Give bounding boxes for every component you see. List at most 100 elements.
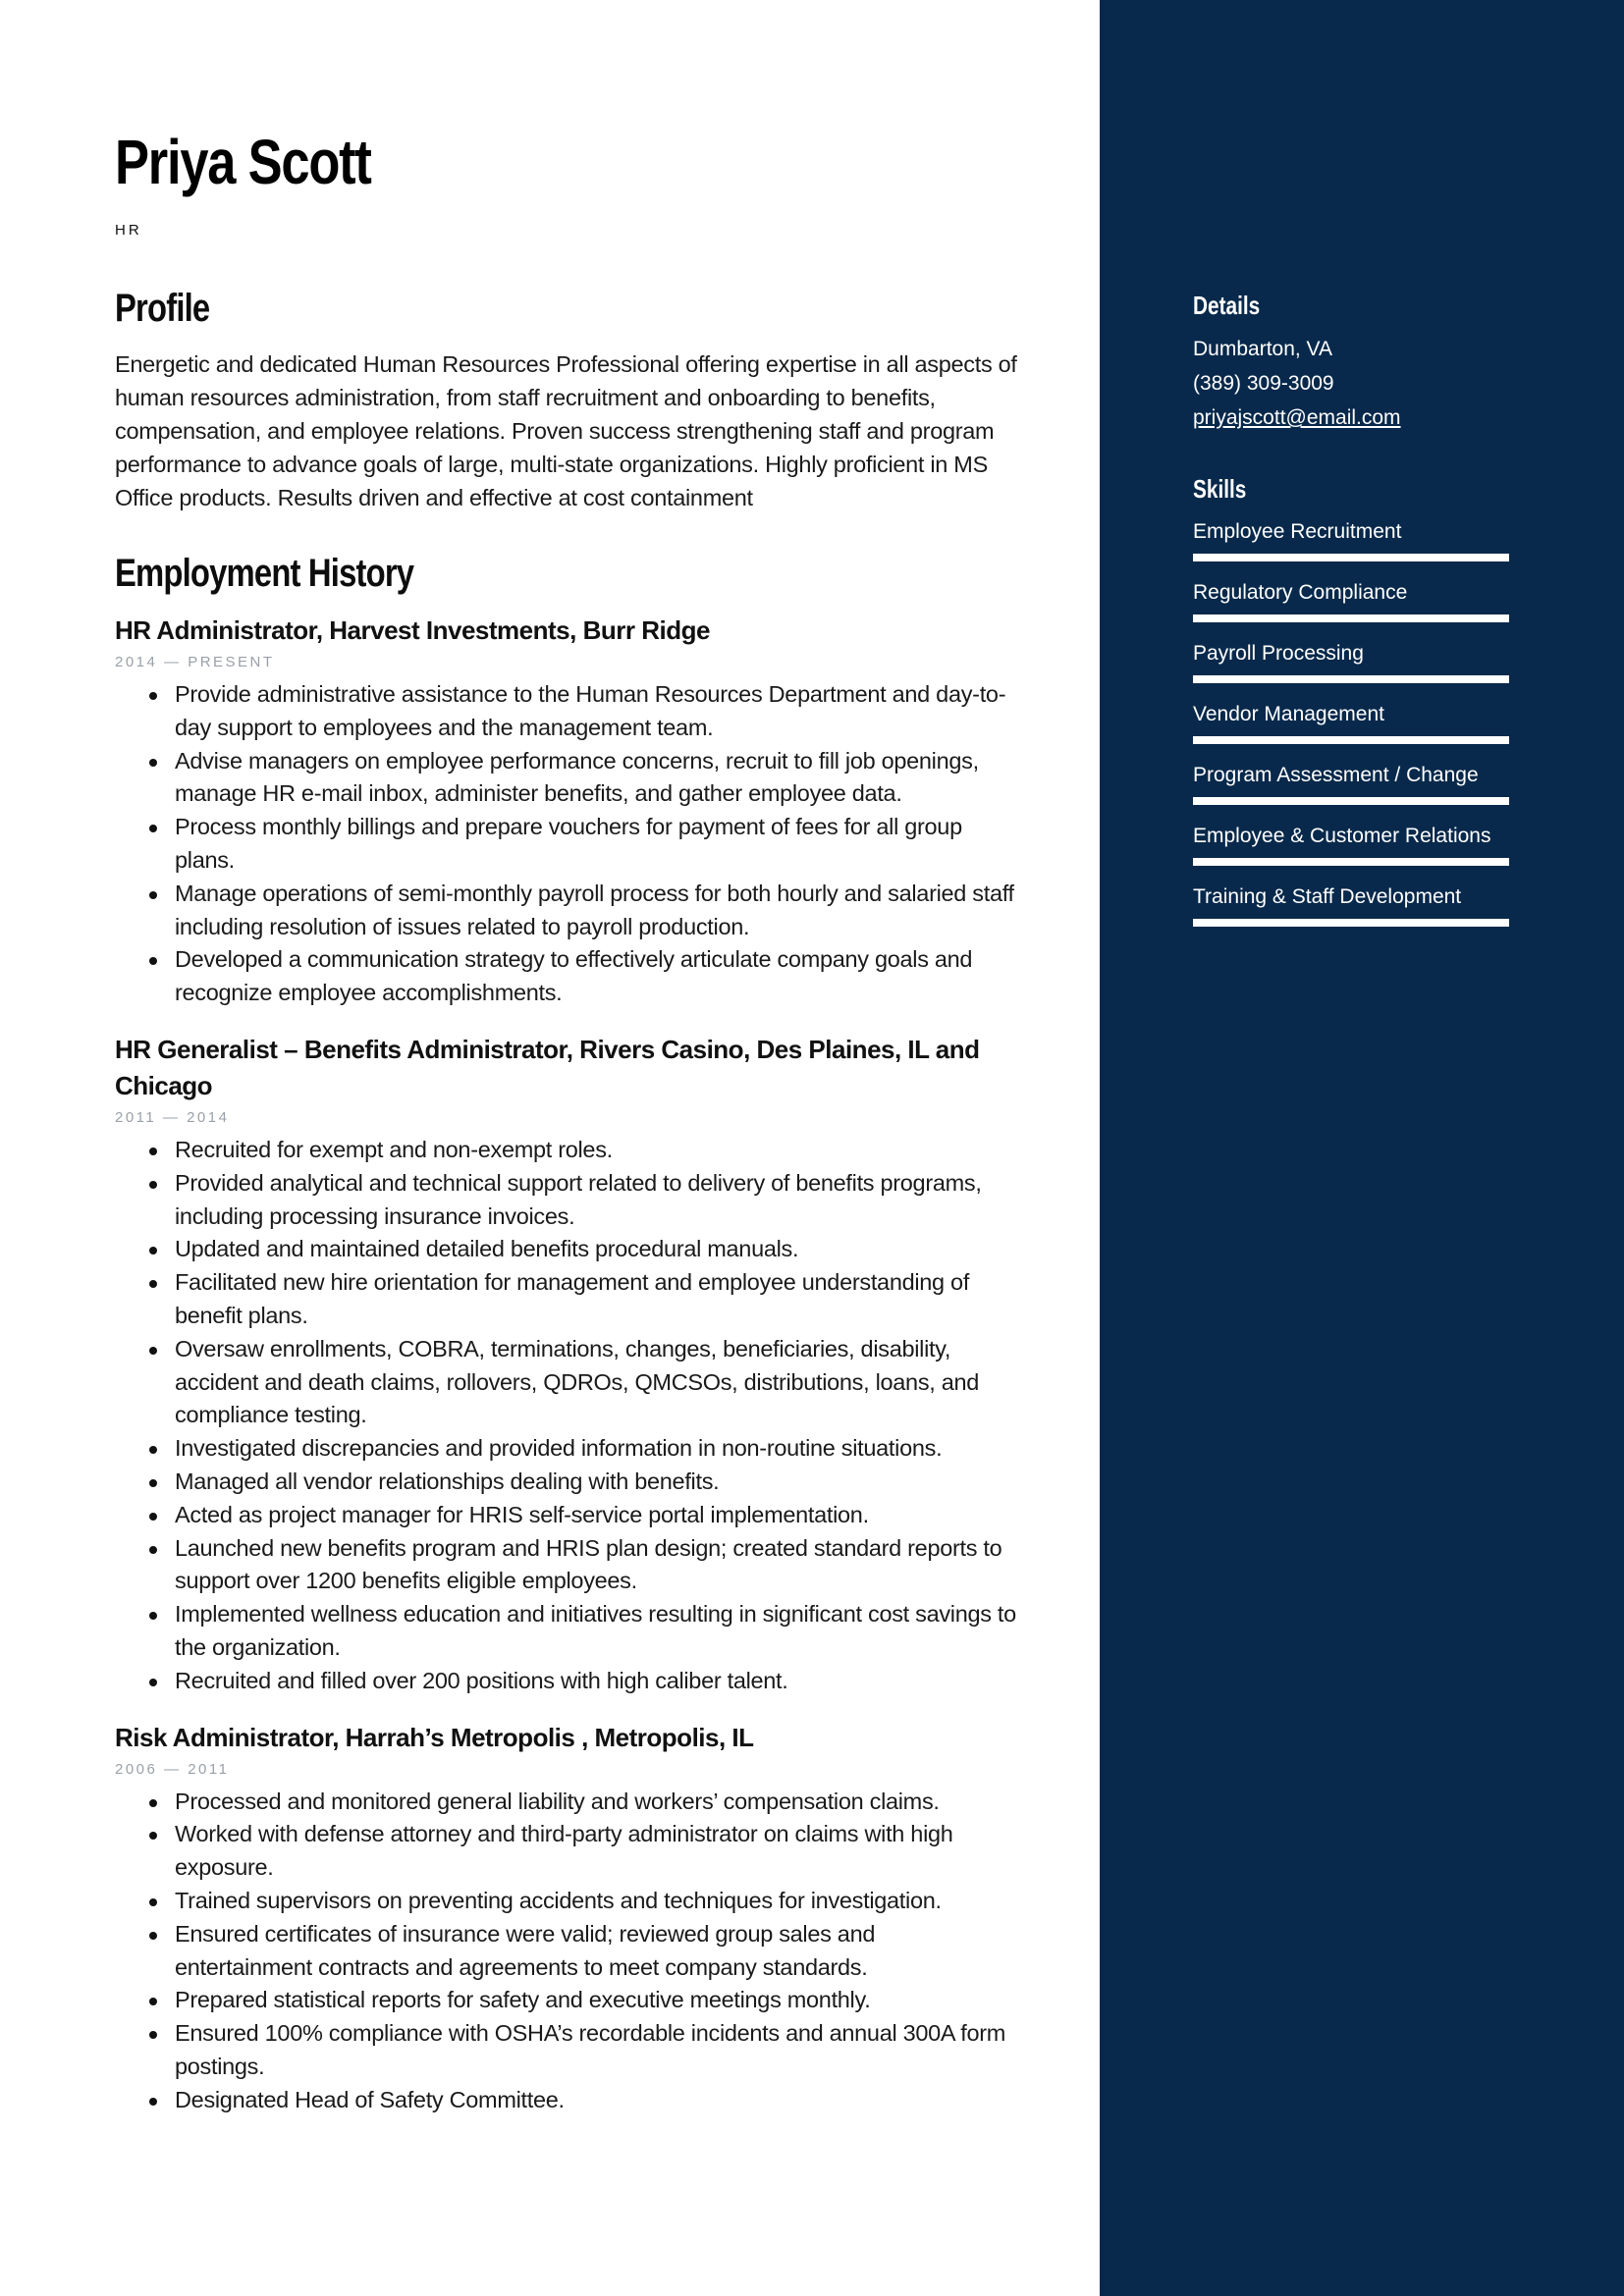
bullet-icon bbox=[149, 1832, 157, 1841]
responsibility-text: Provided analytical and technical suppor… bbox=[175, 1169, 982, 1229]
skill-level-fill bbox=[1193, 919, 1509, 927]
bullet-icon bbox=[149, 1346, 157, 1355]
responsibility-item: Manage operations of semi-monthly payrol… bbox=[149, 878, 1018, 944]
job-heading: Risk Administrator, Harrah’s Metropolis … bbox=[115, 1722, 754, 1752]
bullet-icon bbox=[149, 1280, 157, 1289]
skill-level-bar bbox=[1193, 614, 1509, 622]
responsibility-text: Provide administrative assistance to the… bbox=[175, 681, 1006, 740]
responsibility-item: Managed all vendor relationships dealing… bbox=[149, 1466, 1018, 1499]
responsibility-text: Prepared statistical reports for safety … bbox=[175, 1987, 871, 2013]
employment-history-heading: Employment History bbox=[115, 552, 414, 595]
job-entry: Risk Administrator, Harrah’s Metropolis … bbox=[115, 1720, 1018, 2117]
skill-name: Employee & Customer Relations bbox=[1193, 825, 1491, 847]
skill-name: Payroll Processing bbox=[1193, 642, 1364, 665]
bullet-icon bbox=[149, 1931, 157, 1940]
responsibility-text: Trained supervisors on preventing accide… bbox=[175, 1887, 942, 1913]
skill-item: Payroll Processing bbox=[1193, 636, 1509, 697]
responsibility-item: Recruited for exempt and non-exempt role… bbox=[149, 1134, 1018, 1167]
job-heading: HR Generalist – Benefits Administrator, … bbox=[115, 1034, 980, 1100]
responsibility-text: Facilitated new hire orientation for man… bbox=[175, 1269, 970, 1328]
responsibility-text: Developed a communication strategy to ef… bbox=[175, 946, 973, 1006]
responsibility-item: Processed and monitored general liabilit… bbox=[149, 1786, 1018, 1819]
responsibility-text: Worked with defense attorney and third-p… bbox=[175, 1821, 953, 1881]
phone-number: (389) 309-3009 bbox=[1193, 372, 1334, 395]
responsibility-item: Updated and maintained detailed benefits… bbox=[149, 1233, 1018, 1266]
responsibility-item: Investigated discrepancies and provided … bbox=[149, 1432, 1018, 1466]
skill-level-fill bbox=[1193, 736, 1509, 744]
bullet-icon bbox=[149, 2031, 157, 2040]
bullet-icon bbox=[149, 758, 157, 767]
skill-name: Vendor Management bbox=[1193, 703, 1384, 725]
skill-level-fill bbox=[1193, 675, 1509, 683]
skill-item: Employee Recruitment bbox=[1193, 514, 1509, 575]
skill-level-fill bbox=[1193, 554, 1509, 561]
responsibility-text: Recruited for exempt and non-exempt role… bbox=[175, 1136, 613, 1162]
responsibility-item: Process monthly billings and prepare vou… bbox=[149, 811, 1018, 878]
skill-level-bar bbox=[1193, 554, 1509, 561]
responsibility-item: Ensured 100% compliance with OSHA’s reco… bbox=[149, 2017, 1018, 2084]
skill-name: Training & Staff Development bbox=[1193, 885, 1462, 908]
bullet-icon bbox=[149, 1678, 157, 1686]
bullet-icon bbox=[149, 1446, 157, 1455]
job-dates: 2011 — 2014 bbox=[115, 1108, 230, 1126]
responsibility-item: Launched new benefits program and HRIS p… bbox=[149, 1532, 1018, 1599]
responsibility-text: Oversaw enrollments, COBRA, terminations… bbox=[175, 1335, 980, 1428]
candidate-job-title: HR bbox=[115, 222, 142, 239]
bullet-icon bbox=[149, 1247, 157, 1255]
job-responsibilities: Provide administrative assistance to the… bbox=[115, 678, 1018, 1010]
skill-level-bar bbox=[1193, 858, 1509, 866]
skill-item: Regulatory Compliance bbox=[1193, 575, 1509, 636]
responsibility-item: Developed a communication strategy to ef… bbox=[149, 943, 1018, 1010]
skills-heading: Skills bbox=[1193, 474, 1247, 504]
responsibility-item: Provide administrative assistance to the… bbox=[149, 678, 1018, 745]
skill-name: Employee Recruitment bbox=[1193, 520, 1402, 543]
responsibility-item: Implemented wellness education and initi… bbox=[149, 1598, 1018, 1665]
bullet-icon bbox=[149, 1512, 157, 1521]
bullet-icon bbox=[149, 692, 157, 700]
skill-level-bar bbox=[1193, 919, 1509, 927]
email-link[interactable]: priyajscott@email.com bbox=[1193, 406, 1401, 429]
responsibility-text: Investigated discrepancies and provided … bbox=[175, 1435, 943, 1462]
bullet-icon bbox=[149, 1180, 157, 1189]
profile-summary: Energetic and dedicated Human Resources … bbox=[115, 351, 1017, 510]
skill-item: Vendor Management bbox=[1193, 697, 1509, 758]
job-responsibilities: Processed and monitored general liabilit… bbox=[115, 1786, 1018, 2117]
responsibility-text: Processed and monitored general liabilit… bbox=[175, 1788, 940, 1814]
candidate-name: Priya Scott bbox=[115, 127, 372, 197]
job-dates: 2014 — PRESENT bbox=[115, 654, 275, 670]
responsibility-item: Ensured certificates of insurance were v… bbox=[149, 1918, 1018, 1985]
employment-list: HR Administrator, Harvest Investments, B… bbox=[115, 613, 1018, 2138]
responsibility-text: Managed all vendor relationships dealing… bbox=[175, 1468, 720, 1494]
responsibility-text: Process monthly billings and prepare vou… bbox=[175, 814, 962, 873]
skill-item: Employee & Customer Relations bbox=[1193, 819, 1509, 880]
details-heading: Details bbox=[1193, 291, 1261, 320]
bullet-icon bbox=[149, 1798, 157, 1807]
bullet-icon bbox=[149, 1897, 157, 1906]
skill-name: Program Assessment / Change bbox=[1193, 764, 1479, 786]
responsibility-text: Ensured certificates of insurance were v… bbox=[175, 1920, 876, 1980]
skill-level-bar bbox=[1193, 736, 1509, 744]
bullet-icon bbox=[149, 1998, 157, 2006]
bullet-icon bbox=[149, 957, 157, 966]
skill-level-bar bbox=[1193, 675, 1509, 683]
skills-list: Employee Recruitment Regulatory Complianc… bbox=[1193, 514, 1509, 940]
location: Dumbarton, VA bbox=[1193, 338, 1333, 360]
bullet-icon bbox=[149, 1612, 157, 1621]
job-dates: 2006 — 2011 bbox=[115, 1760, 230, 1778]
bullet-icon bbox=[149, 1478, 157, 1487]
responsibility-item: Advise managers on employee performance … bbox=[149, 745, 1018, 812]
responsibility-item: Trained supervisors on preventing accide… bbox=[149, 1885, 1018, 1918]
skill-level-fill bbox=[1193, 797, 1509, 805]
profile-heading: Profile bbox=[115, 287, 210, 330]
responsibility-item: Facilitated new hire orientation for man… bbox=[149, 1266, 1018, 1333]
responsibility-item: Prepared statistical reports for safety … bbox=[149, 1984, 1018, 2017]
responsibility-text: Advise managers on employee performance … bbox=[175, 747, 979, 807]
skill-name: Regulatory Compliance bbox=[1193, 581, 1408, 604]
bullet-icon bbox=[149, 1545, 157, 1554]
skill-level-fill bbox=[1193, 858, 1509, 866]
responsibility-text: Ensured 100% compliance with OSHA’s reco… bbox=[175, 2020, 1006, 2079]
responsibility-text: Acted as project manager for HRIS self-s… bbox=[175, 1501, 869, 1527]
responsibility-item: Oversaw enrollments, COBRA, terminations… bbox=[149, 1333, 1018, 1432]
skill-level-bar bbox=[1193, 797, 1509, 805]
responsibility-text: Recruited and filled over 200 positions … bbox=[175, 1667, 788, 1693]
